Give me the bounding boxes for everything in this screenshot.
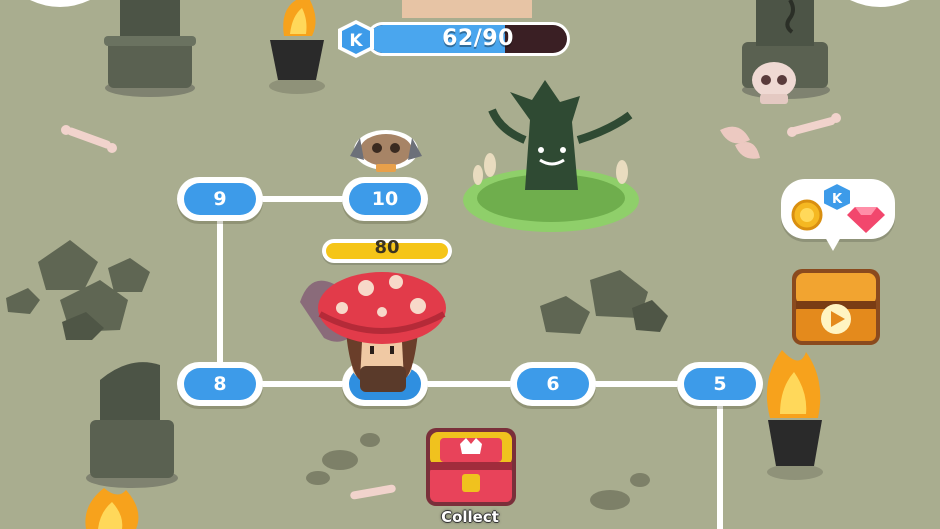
collect-label[interactable]: Collect [420,508,520,526]
video-reward-chest[interactable] [790,267,882,349]
svg-text:K: K [349,31,363,51]
level-node-8[interactable]: 8 [177,362,263,406]
level-node-5[interactable]: 5 [677,362,763,406]
svg-text:K: K [832,192,843,207]
level-node-label: 8 [184,368,256,400]
brazier-right [766,350,823,480]
corner-button-right[interactable] [850,0,910,7]
level-node-label: 6 [517,368,589,400]
collect-chest[interactable] [424,424,518,510]
player-hp-value: 80 [374,237,400,258]
stone-pillar-left [104,0,196,97]
enemy-skull-icon[interactable] [346,126,426,178]
corner-button-left[interactable] [30,0,90,7]
player-character[interactable] [290,262,460,394]
brazier-top [269,0,325,94]
top-banner [402,0,532,18]
rocks-left [6,240,150,340]
level-node-6[interactable]: 6 [510,362,596,406]
level-node-label: 9 [184,183,256,215]
progress-track: 62/90 [366,22,570,56]
game-map: 62/90 K 9 10 8 7 6 5 80 [0,0,940,529]
level-node-label: 5 [684,368,756,400]
player-hp-bar: 80 [322,237,452,263]
swamp-tree-enemy [463,80,639,232]
reward-gem-icon [808,236,818,237]
progress-label: 62/90 [442,26,514,51]
level-node-10[interactable]: 10 [342,177,428,221]
k-badge-icon: K [338,20,374,58]
reward-preview-bubble: K [781,179,895,251]
level-node-9[interactable]: 9 [177,177,263,221]
rocks-middle [540,270,668,334]
level-node-label: 10 [349,183,421,215]
brazier-bottom-left [85,488,139,529]
progress-bar: 62/90 K [334,19,572,59]
stone-pillar-broken [86,362,178,488]
